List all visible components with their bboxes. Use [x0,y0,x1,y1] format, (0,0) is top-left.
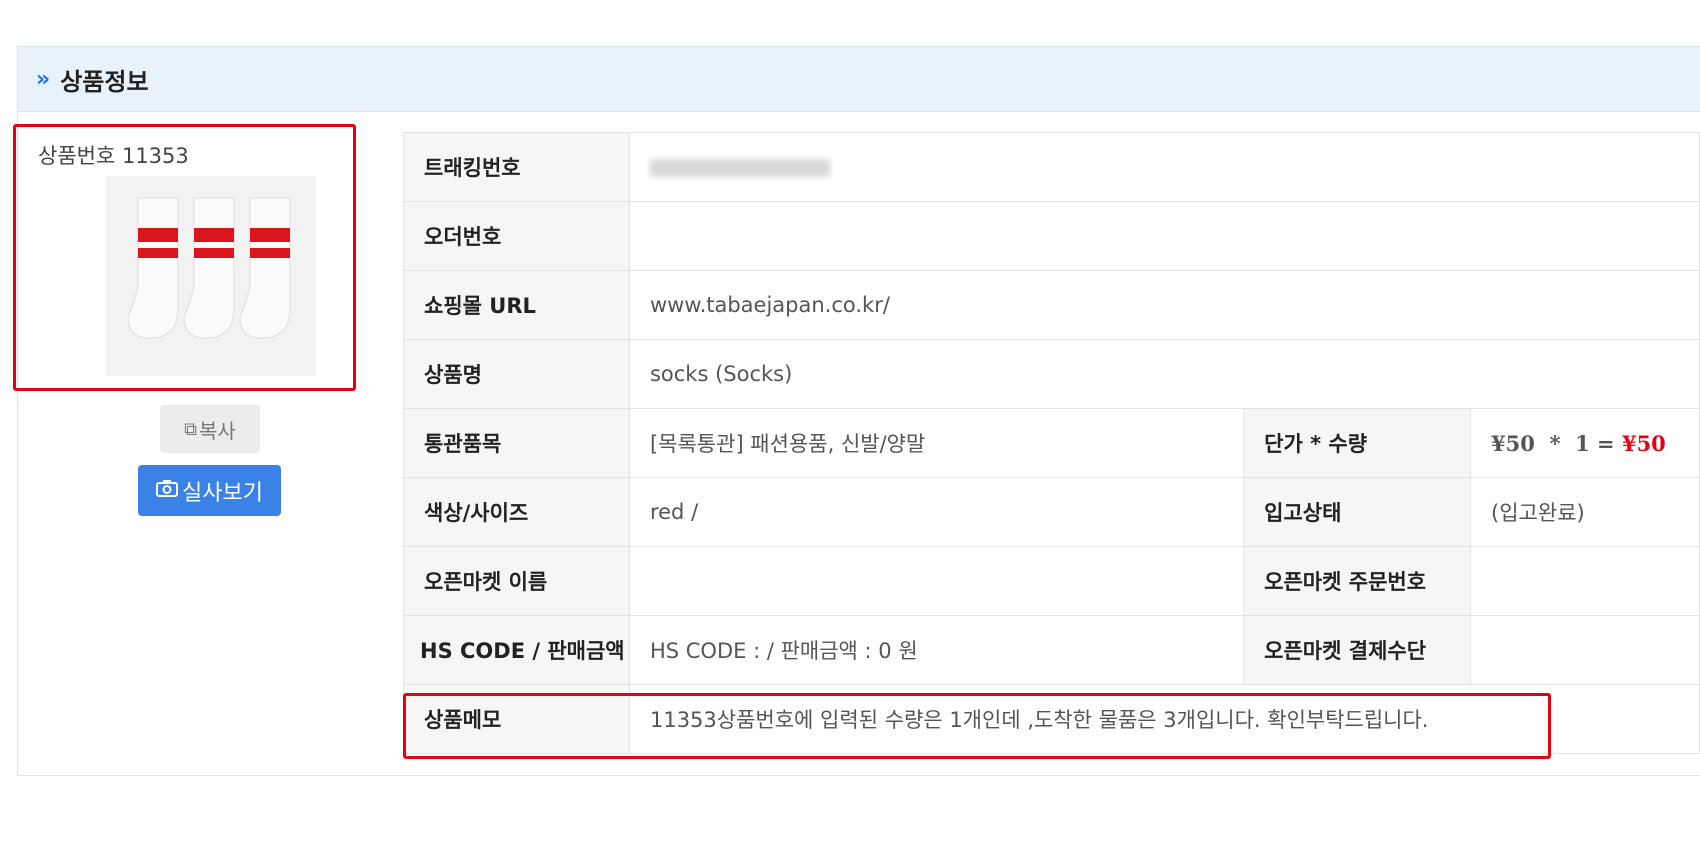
table-row: 쇼핑몰 URL www.tabaejapan.co.kr/ [403,270,1700,340]
socks-image-icon [106,176,316,376]
table-row: 상품명 socks (Socks) [403,339,1700,409]
price-value: ¥50 * 1 = ¥50 [1470,408,1700,478]
copy-label: 복사 [199,418,236,443]
tracking-label: 트래킹번호 [403,132,630,202]
market-name-label: 오픈마켓 이름 [403,546,630,616]
status-value: (입고완료) [1470,477,1700,547]
table-row: HS CODE / 판매금액 HS CODE : / 판매금액 : 0 원 오픈… [403,615,1700,685]
view-photo-label: 실사보기 [182,480,263,506]
product-number: 상품번호 11353 [38,144,189,168]
market-order-value [1470,546,1700,616]
double-chevron-icon: » [36,66,50,92]
blurred-tracking-number [649,159,830,177]
url-value[interactable]: www.tabaejapan.co.kr/ [628,270,1700,340]
memo-value: 11353상품번호에 입력된 수량은 1개인데 ,도착한 물품은 3개입니다. … [628,684,1700,754]
color-value: red / [628,477,1245,547]
price-total: ¥50 [1621,430,1666,456]
table-row: 통관품목 [목록통관] 패션용품, 신발/양말 단가 * 수량 ¥50 * 1 … [403,408,1700,478]
product-image [106,176,316,376]
view-photo-button[interactable]: 실사보기 [138,465,281,516]
camera-icon [156,478,179,503]
product-info-table: 트래킹번호 오더번호 쇼핑몰 URL www.tabaejapan.co.kr/… [403,132,1700,754]
market-pay-label: 오픈마켓 결제수단 [1243,615,1472,685]
status-label: 입고상태 [1243,477,1472,547]
price-formula: ¥50 * 1 = [1491,430,1622,456]
table-row: 트래킹번호 [403,132,1700,202]
customs-value: [목록통관] 패션용품, 신발/양말 [628,408,1245,478]
color-label: 색상/사이즈 [403,477,630,547]
order-value [628,201,1700,271]
tracking-value [628,132,1700,202]
price-label: 단가 * 수량 [1243,408,1472,478]
hs-label: HS CODE / 판매금액 [403,615,630,685]
name-label: 상품명 [403,339,630,409]
order-label: 오더번호 [403,201,630,271]
table-row: 색상/사이즈 red / 입고상태 (입고완료) [403,477,1700,547]
table-row: 오더번호 [403,201,1700,271]
panel-header: » 상품정보 [18,47,1700,112]
market-order-label: 오픈마켓 주문번호 [1243,546,1472,616]
market-pay-value [1470,615,1700,685]
panel-title: 상품정보 [60,67,149,96]
copy-icon: ⧉ [184,418,198,440]
memo-label: 상품메모 [403,684,630,754]
customs-label: 통관품목 [403,408,630,478]
url-label: 쇼핑몰 URL [403,270,630,340]
copy-button[interactable]: ⧉ 복사 [160,405,260,453]
table-row: 상품메모 11353상품번호에 입력된 수량은 1개인데 ,도착한 물품은 3개… [403,684,1700,754]
product-name-link[interactable]: socks (Socks) [628,339,1700,409]
table-row: 오픈마켓 이름 오픈마켓 주문번호 [403,546,1700,616]
hs-value: HS CODE : / 판매금액 : 0 원 [628,615,1245,685]
market-name-value [628,546,1245,616]
product-summary-highlight: 상품번호 11353 [13,124,356,391]
